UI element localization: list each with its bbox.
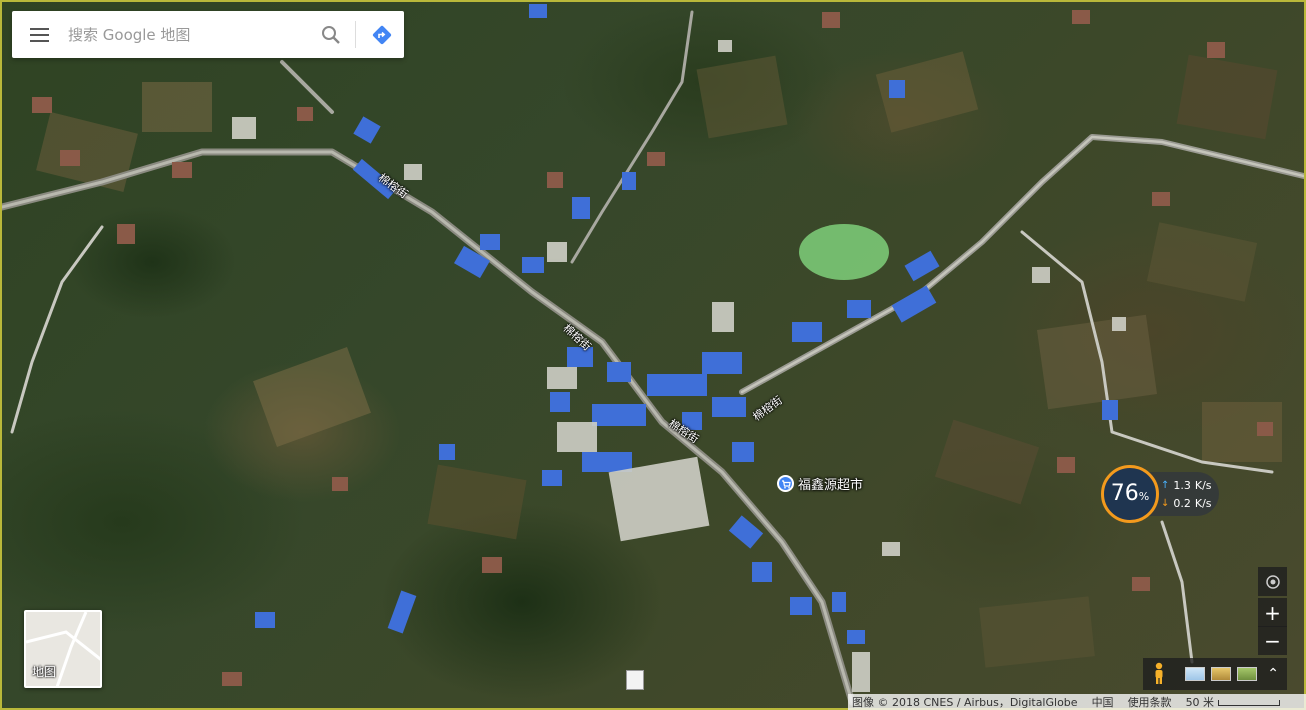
magnifier-icon [322, 25, 340, 44]
poi-label: 福鑫源超市 [798, 478, 864, 493]
imagery-thumb-desert[interactable] [1211, 667, 1231, 681]
search-input[interactable] [68, 14, 311, 55]
attribution-text: 图像 © 2018 CNES / Airbus，DigitalGlobe [852, 696, 1078, 709]
region-link[interactable]: 中国 [1092, 694, 1114, 710]
usage-circle: 76% [1101, 465, 1159, 523]
directions-diamond-icon [372, 25, 392, 44]
shopping-cart-icon [777, 475, 794, 492]
search-box [12, 11, 404, 58]
pond [799, 224, 889, 280]
broken-image-icon [626, 670, 644, 690]
zoom-out-icon: − [1264, 628, 1281, 653]
network-speed-widget[interactable]: 76% ↑ 1.3 K/s ↓ 0.2 K/s [1101, 465, 1219, 523]
scale-bar [1218, 700, 1281, 706]
layer-toggle-label: 地图 [32, 665, 57, 679]
my-location-icon [1265, 574, 1280, 589]
imagery-thumb-terrain[interactable] [1237, 667, 1257, 681]
search-button[interactable] [311, 11, 351, 58]
menu-button[interactable] [12, 11, 68, 58]
scale-indicator[interactable]: 50 米 [1186, 694, 1281, 710]
upload-row: ↑ 1.3 K/s [1161, 479, 1212, 492]
usage-percent-sign: % [1138, 490, 1150, 503]
poi-supermarket[interactable]: 福鑫源超市 [777, 474, 863, 493]
terms-link[interactable]: 使用条款 [1128, 694, 1172, 710]
download-value: 0.2 [1173, 497, 1191, 510]
download-row: ↓ 0.2 K/s [1161, 497, 1212, 510]
zoom-in-icon: + [1264, 600, 1281, 625]
download-unit: K/s [1194, 497, 1212, 510]
hamburger-menu-icon [30, 27, 49, 42]
my-location-button[interactable] [1258, 567, 1287, 596]
usage-percent: 76 [1110, 481, 1139, 506]
imagery-toolbar: ⌃ [1143, 658, 1287, 690]
upload-value: 1.3 [1173, 479, 1191, 492]
street-view-pegman-icon[interactable] [1151, 662, 1167, 686]
search-divider [355, 21, 356, 48]
zoom-in-button[interactable]: + [1258, 598, 1287, 627]
field-patches [36, 51, 1282, 668]
upload-arrow-icon: ↑ [1161, 480, 1170, 491]
imagery-thumb-sky[interactable] [1185, 667, 1205, 681]
map-layer-toggle[interactable]: 地图 [24, 610, 102, 688]
expand-chevrons-icon[interactable]: ⌃ [1267, 666, 1279, 682]
map-imagery [2, 4, 1304, 706]
upload-unit: K/s [1194, 479, 1212, 492]
directions-button[interactable] [360, 11, 404, 58]
satellite-map[interactable]: 棉榕街 棉榕街 棉榕街 棉榕街 福鑫源超市 [0, 0, 1306, 710]
zoom-out-button[interactable]: − [1258, 626, 1287, 655]
download-arrow-icon: ↓ [1161, 498, 1170, 509]
scale-label: 50 米 [1185, 696, 1215, 709]
map-footer: 图像 © 2018 CNES / Airbus，DigitalGlobe 中国 … [848, 694, 1306, 710]
blue-roofs [255, 4, 1118, 644]
